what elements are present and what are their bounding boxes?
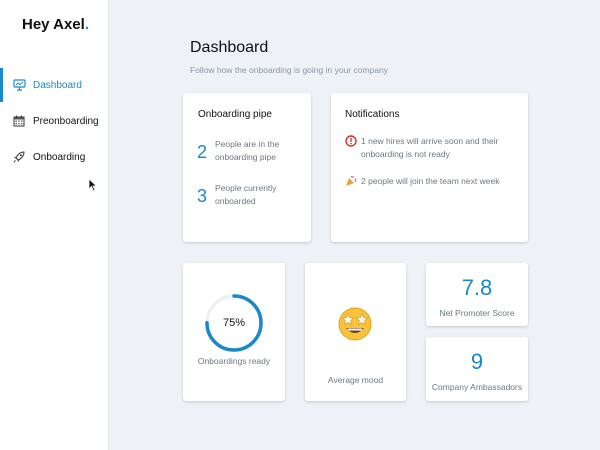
monitor-icon xyxy=(12,78,26,92)
card-title: Onboarding pipe xyxy=(198,109,272,120)
notification-item[interactable]: 1 new hires will arrive soon and their o… xyxy=(345,135,523,161)
sidebar-item-label: Onboarding xyxy=(33,151,86,163)
pipe-stat-value: 3 xyxy=(197,186,208,206)
onboardings-ready-card: 75% Onboardings ready xyxy=(183,263,285,401)
nps-value: 7.8 xyxy=(461,275,493,300)
card-label: Onboardings ready xyxy=(197,356,271,366)
sidebar-item-label: Preonboarding xyxy=(33,115,99,127)
app-logo[interactable]: Hey Axel. xyxy=(22,16,89,33)
logo-text: Hey Axel xyxy=(22,16,85,33)
notification-text: 2 people will join the team next week xyxy=(361,176,500,186)
card-label: Company Ambassadors xyxy=(431,382,523,392)
rocket-icon xyxy=(12,150,26,164)
calendar-icon xyxy=(12,114,26,128)
progress-gauge: 75% xyxy=(204,293,264,353)
notification-item[interactable]: 2 people will join the team next week xyxy=(345,175,523,188)
page-title: Dashboard xyxy=(190,39,269,56)
mouse-cursor-icon xyxy=(88,178,98,192)
sidebar-item-dashboard[interactable]: Dashboard xyxy=(0,68,109,102)
page-subtitle: Follow how the onboarding is going in yo… xyxy=(190,65,388,75)
notifications-card: Notifications 1 new hires will arrive so… xyxy=(331,93,528,242)
logo-dot: . xyxy=(84,16,89,33)
gauge-value: 75% xyxy=(222,317,246,329)
star-struck-emoji-icon xyxy=(336,304,374,342)
notification-text: 1 new hires will arrive soon and their o… xyxy=(361,136,499,159)
onboarding-pipe-card: Onboarding pipe 2 People are in the onbo… xyxy=(183,93,311,242)
nps-card: 7.8 Net Promoter Score xyxy=(426,263,528,326)
sidebar: Hey Axel. Dashboard Preonboarding Onboar… xyxy=(0,0,109,450)
ambassadors-value: 9 xyxy=(470,349,484,374)
pipe-stat-value: 2 xyxy=(197,142,208,162)
card-label: Net Promoter Score xyxy=(439,308,515,318)
card-title: Notifications xyxy=(345,109,400,120)
pipe-stat-label: People are in the onboarding pipe xyxy=(215,139,280,162)
sidebar-item-preonboarding[interactable]: Preonboarding xyxy=(0,104,109,138)
ambassadors-card: 9 Company Ambassadors xyxy=(426,337,528,401)
card-label: Average mood xyxy=(327,375,384,385)
sidebar-item-onboarding[interactable]: Onboarding xyxy=(0,140,109,174)
party-popper-icon xyxy=(345,175,357,187)
alert-icon xyxy=(345,135,357,147)
average-mood-card: Average mood xyxy=(305,263,406,401)
sidebar-item-label: Dashboard xyxy=(33,79,82,91)
pipe-stat-label: People currently onboarded xyxy=(215,183,277,206)
